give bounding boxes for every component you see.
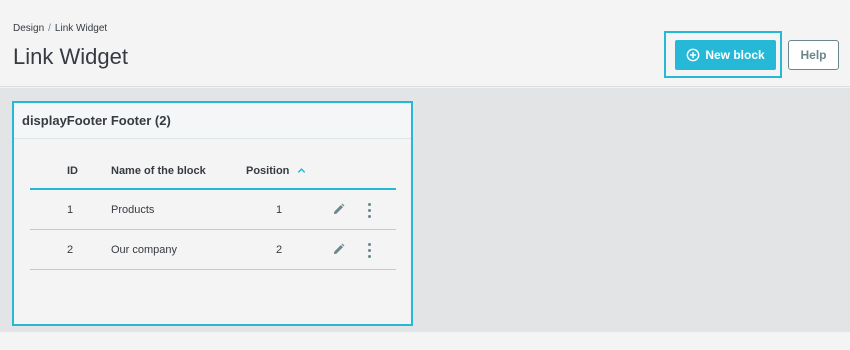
sort-ascending-icon[interactable] xyxy=(296,165,307,176)
more-actions-icon[interactable] xyxy=(368,203,372,218)
edit-icon[interactable] xyxy=(332,243,345,256)
row-position: 2 xyxy=(276,243,283,256)
row-position: 1 xyxy=(276,203,283,216)
column-position[interactable]: Position xyxy=(246,165,289,177)
row-name: Our company xyxy=(111,243,178,256)
column-name: Name of the block xyxy=(111,164,206,177)
hook-card: displayFooter Footer (2) ID Name of the … xyxy=(12,101,413,326)
card-body: ID Name of the block Position 1 Products… xyxy=(14,139,411,324)
edit-icon[interactable] xyxy=(332,203,345,216)
card-title: displayFooter Footer (2) xyxy=(14,103,411,139)
table-row[interactable]: 2 Our company 2 xyxy=(30,230,396,270)
blocks-table: ID Name of the block Position 1 Products… xyxy=(30,153,396,270)
row-id: 1 xyxy=(67,203,74,216)
row-id: 2 xyxy=(67,243,74,256)
page-title: Link Widget xyxy=(13,44,128,69)
table-header: ID Name of the block Position xyxy=(30,153,396,190)
breadcrumb-current: Link Widget xyxy=(54,23,108,34)
column-id: ID xyxy=(67,164,78,177)
add-circle-icon xyxy=(686,48,700,62)
row-name: Products xyxy=(111,203,155,216)
help-button[interactable]: Help xyxy=(788,40,839,70)
footer-strip xyxy=(0,332,850,350)
more-actions-icon[interactable] xyxy=(368,243,372,258)
table-row[interactable]: 1 Products 1 xyxy=(30,190,396,230)
breadcrumb-separator: / xyxy=(48,23,51,34)
new-block-label: New block xyxy=(705,48,765,62)
breadcrumb-design[interactable]: Design xyxy=(13,23,44,34)
new-block-button[interactable]: New block xyxy=(675,40,776,70)
breadcrumb: Design / Link Widget xyxy=(13,23,107,34)
